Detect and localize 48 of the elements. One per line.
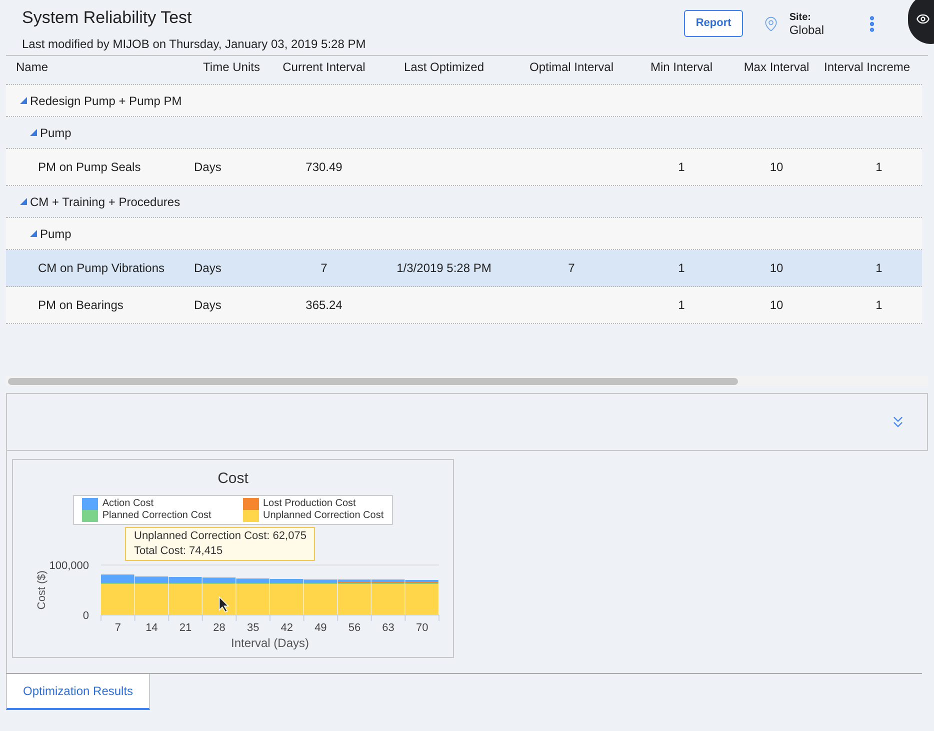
x-tick-label: 14: [146, 622, 158, 634]
y-tick-label: 0: [82, 610, 89, 622]
x-tick-label: 70: [416, 622, 428, 634]
table-cell-text: 1: [874, 159, 884, 176]
table-cell-text: 365.24: [304, 297, 344, 314]
table-cell-text: Days: [194, 260, 222, 277]
y-axis-label: Cost ($): [36, 570, 48, 610]
table-cell-text: 730.49: [304, 159, 344, 176]
row-name: PM on Pump Seals: [38, 159, 141, 176]
table-cell-text: 7: [320, 260, 328, 277]
chart-tooltip: Unplanned Correction Cost: 62,075 Total Cost: 74,415: [125, 526, 316, 560]
chart-title: Cost: [218, 469, 248, 489]
x-tick-label: 21: [179, 622, 192, 634]
x-tick-label: 56: [348, 622, 361, 634]
table-cell-text: 1: [874, 297, 884, 314]
row-name: Redesign Pump + Pump PM: [30, 92, 182, 110]
x-tick-label: 7: [114, 622, 121, 634]
table-cell-text: 1: [677, 260, 686, 277]
legend-label: Action Cost: [102, 498, 154, 510]
row-name: Pump: [40, 226, 72, 242]
legend-label: Planned Correction Cost: [102, 510, 212, 522]
x-tick-label: 35: [246, 622, 260, 634]
table-cell-text: 1: [677, 297, 686, 314]
legend-label: Unplanned Correction Cost: [263, 510, 384, 522]
site-label: Site:: [789, 10, 812, 24]
last-modified-text: Last modified by MIJOB on Thursday, January 03, 2019 5:28 PM: [22, 36, 366, 53]
table-cell-text: 1: [874, 260, 884, 277]
row-name: CM on Pump Vibrations: [38, 260, 165, 277]
y-tick-label: 100,000: [49, 560, 89, 572]
table-cell-text: 10: [768, 297, 784, 314]
site-value: Global: [789, 24, 824, 36]
table-cell-text: Days: [194, 159, 222, 176]
row-name: PM on Bearings: [38, 297, 124, 314]
page-title: System Reliability Test: [22, 8, 193, 28]
x-tick-label: 49: [314, 622, 327, 634]
table-cell-text: 1: [677, 159, 686, 176]
row-name: Pump: [40, 124, 72, 142]
legend-label: Lost Production Cost: [263, 498, 356, 510]
row-name: CM + Training + Procedures: [30, 194, 180, 210]
x-tick-label: 28: [213, 622, 226, 634]
x-tick-label: 63: [382, 622, 394, 634]
table-cell-text: Days: [194, 297, 222, 314]
table-cell-text: 10: [768, 260, 784, 277]
x-tick-label: 42: [280, 622, 294, 634]
x-axis-label: Interval (Days): [230, 636, 310, 650]
table-cell-text: 1/3/2019 5:28 PM: [396, 260, 492, 277]
table-cell-text: 7: [567, 260, 576, 277]
table-cell-text: 10: [768, 159, 784, 176]
